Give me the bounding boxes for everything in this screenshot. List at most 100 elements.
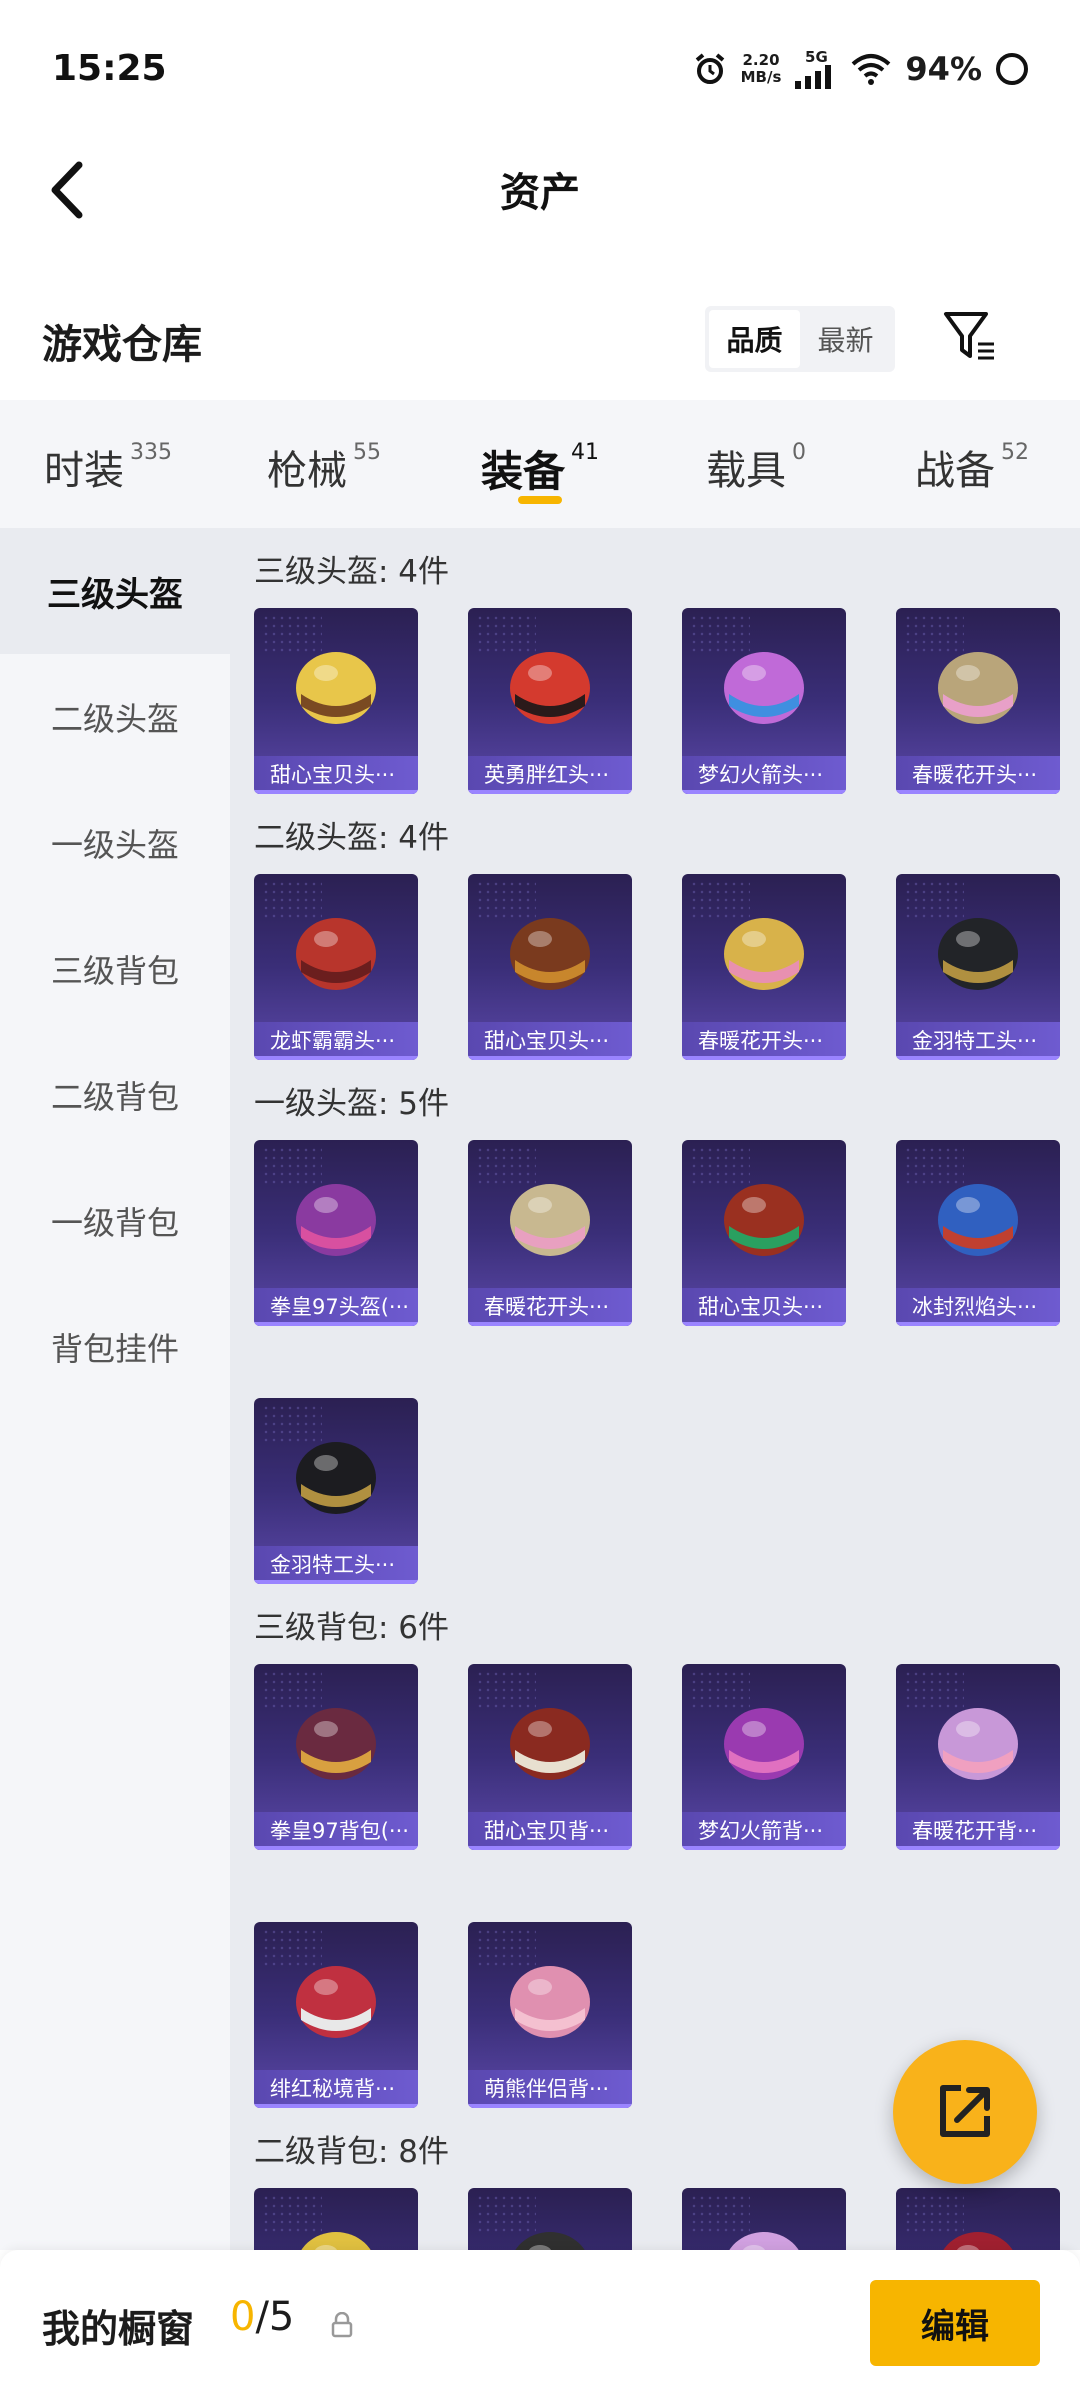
tab-vehicles[interactable]: 载具 0 (648, 400, 864, 528)
item-name: 拳皇97头盔(··· (254, 1288, 418, 1326)
item-thumbnail (682, 2188, 846, 2250)
item-icon (938, 652, 1018, 724)
section-header: 三级头盔: 4件 (254, 554, 450, 590)
lock-icon (331, 2312, 353, 2338)
sidebar-item-lv2-helmet[interactable]: 二级头盔 (0, 654, 230, 780)
item-card[interactable]: 英勇胖红头··· (468, 608, 632, 794)
tab-label: 装备 (480, 447, 565, 496)
battery-icon (996, 53, 1028, 85)
item-name: 甜心宝贝头··· (254, 756, 418, 794)
item-card[interactable]: 拳皇97头盔(··· (254, 1140, 418, 1326)
item-card[interactable]: 冰封烈焰头··· (896, 1140, 1060, 1326)
tab-count: 0 (792, 440, 806, 465)
item-icon (724, 1708, 804, 1780)
filter-icon (944, 312, 994, 360)
item-icon (296, 918, 376, 990)
item-thumbnail (896, 874, 1060, 1024)
app-screen: 15:25 2.20 MB/s 5G 94% 资产 游戏仓库 品质 最新 时装 … (0, 0, 1080, 2400)
item-card[interactable]: 萌熊伴侣背··· (468, 1922, 632, 2108)
item-name: 甜心宝贝背··· (468, 1812, 632, 1850)
tab-supplies[interactable]: 战备 52 (864, 400, 1080, 528)
item-card[interactable]: 龙虾霸霸头··· (254, 874, 418, 1060)
item-thumbnail (896, 2188, 1060, 2250)
item-icon (510, 1966, 590, 2038)
item-card[interactable]: 金羽特工头··· (254, 1398, 418, 1584)
edit-button[interactable]: 编辑 (870, 2280, 1040, 2366)
showcase-bar: 我的橱窗 0/5 编辑 (0, 2250, 1080, 2400)
item-icon (943, 2232, 1013, 2250)
sidebar-item-lv3-backpack[interactable]: 三级背包 (0, 906, 230, 1032)
tab-equipment[interactable]: 装备 41 (432, 400, 648, 528)
sidebar-item-lv2-backpack[interactable]: 二级背包 (0, 1032, 230, 1158)
item-card[interactable] (682, 2188, 846, 2250)
item-card[interactable]: 春暖花开头··· (682, 874, 846, 1060)
tab-count: 41 (571, 440, 599, 465)
item-card[interactable]: 甜心宝贝头··· (468, 874, 632, 1060)
tab-weapons[interactable]: 枪械 55 (216, 400, 432, 528)
item-icon (296, 1708, 376, 1780)
sidebar-item-lv3-helmet[interactable]: 三级头盔 (0, 528, 230, 654)
item-name: 金羽特工头··· (896, 1022, 1060, 1060)
sidebar-item-lv1-backpack[interactable]: 一级背包 (0, 1158, 230, 1284)
item-card[interactable] (896, 2188, 1060, 2250)
item-thumbnail (254, 1140, 418, 1290)
item-card[interactable]: 梦幻火箭头··· (682, 608, 846, 794)
network-speed: 2.20 MB/s (741, 52, 782, 86)
item-card[interactable]: 甜心宝贝头··· (682, 1140, 846, 1326)
share-icon (940, 2085, 990, 2137)
alarm-icon (695, 53, 724, 84)
item-thumbnail (254, 2188, 418, 2250)
item-thumbnail (468, 874, 632, 1024)
item-thumbnail (254, 608, 418, 758)
item-card[interactable]: 拳皇97背包(··· (254, 1664, 418, 1850)
tab-label: 时装 (44, 448, 124, 494)
item-card[interactable]: 春暖花开头··· (468, 1140, 632, 1326)
item-name: 春暖花开头··· (468, 1288, 632, 1326)
item-thumbnail (896, 608, 1060, 758)
sidebar-item-lv1-helmet[interactable]: 一级头盔 (0, 780, 230, 906)
item-name: 龙虾霸霸头··· (254, 1022, 418, 1060)
battery-level: 94% (905, 50, 982, 88)
filter-button[interactable] (940, 304, 1000, 368)
item-icon (296, 1442, 376, 1514)
item-icon (724, 652, 804, 724)
item-thumbnail (254, 1398, 418, 1548)
category-tabs: 时装 335 枪械 55 装备 41 载具 0 战备 52 (0, 400, 1080, 528)
item-name: 绯红秘境背··· (254, 2070, 418, 2108)
tab-count: 335 (130, 440, 172, 465)
item-card[interactable] (254, 2188, 418, 2250)
sort-quality-button[interactable]: 品质 (709, 310, 800, 368)
sort-newest-button[interactable]: 最新 (800, 310, 891, 368)
item-thumbnail (468, 608, 632, 758)
item-icon (938, 1184, 1018, 1256)
item-thumbnail (254, 1664, 418, 1814)
item-icon (301, 2232, 371, 2250)
showcase-title: 我的橱窗 (42, 2307, 195, 2351)
subcategory-sidebar: 三级头盔 二级头盔 一级头盔 三级背包 二级背包 一级背包 背包挂件 (0, 528, 230, 2250)
item-name: 甜心宝贝头··· (682, 1288, 846, 1326)
item-thumbnail (254, 874, 418, 1024)
page-title: 资产 (500, 170, 580, 216)
item-thumbnail (468, 1140, 632, 1290)
section-header: 三级背包: 6件 (254, 1610, 450, 1646)
item-icon (510, 652, 590, 724)
item-card[interactable]: 春暖花开背··· (896, 1664, 1060, 1850)
item-card[interactable]: 梦幻火箭背··· (682, 1664, 846, 1850)
item-card[interactable]: 甜心宝贝背··· (468, 1664, 632, 1850)
wifi-icon (852, 54, 891, 85)
item-icon (510, 1184, 590, 1256)
item-name: 春暖花开背··· (896, 1812, 1060, 1850)
sidebar-item-backpack-charm[interactable]: 背包挂件 (0, 1284, 230, 1410)
item-thumbnail (682, 1664, 846, 1814)
warehouse-title: 游戏仓库 (42, 322, 202, 368)
item-card[interactable]: 绯红秘境背··· (254, 1922, 418, 2108)
tab-fashion[interactable]: 时装 335 (0, 400, 216, 528)
signal-icon (795, 64, 832, 89)
item-card[interactable]: 甜心宝贝头··· (254, 608, 418, 794)
item-card[interactable]: 金羽特工头··· (896, 874, 1060, 1060)
share-button[interactable] (893, 2040, 1037, 2184)
item-card[interactable] (468, 2188, 632, 2250)
item-name: 梦幻火箭头··· (682, 756, 846, 794)
item-card[interactable]: 春暖花开头··· (896, 608, 1060, 794)
item-name: 甜心宝贝头··· (468, 1022, 632, 1060)
